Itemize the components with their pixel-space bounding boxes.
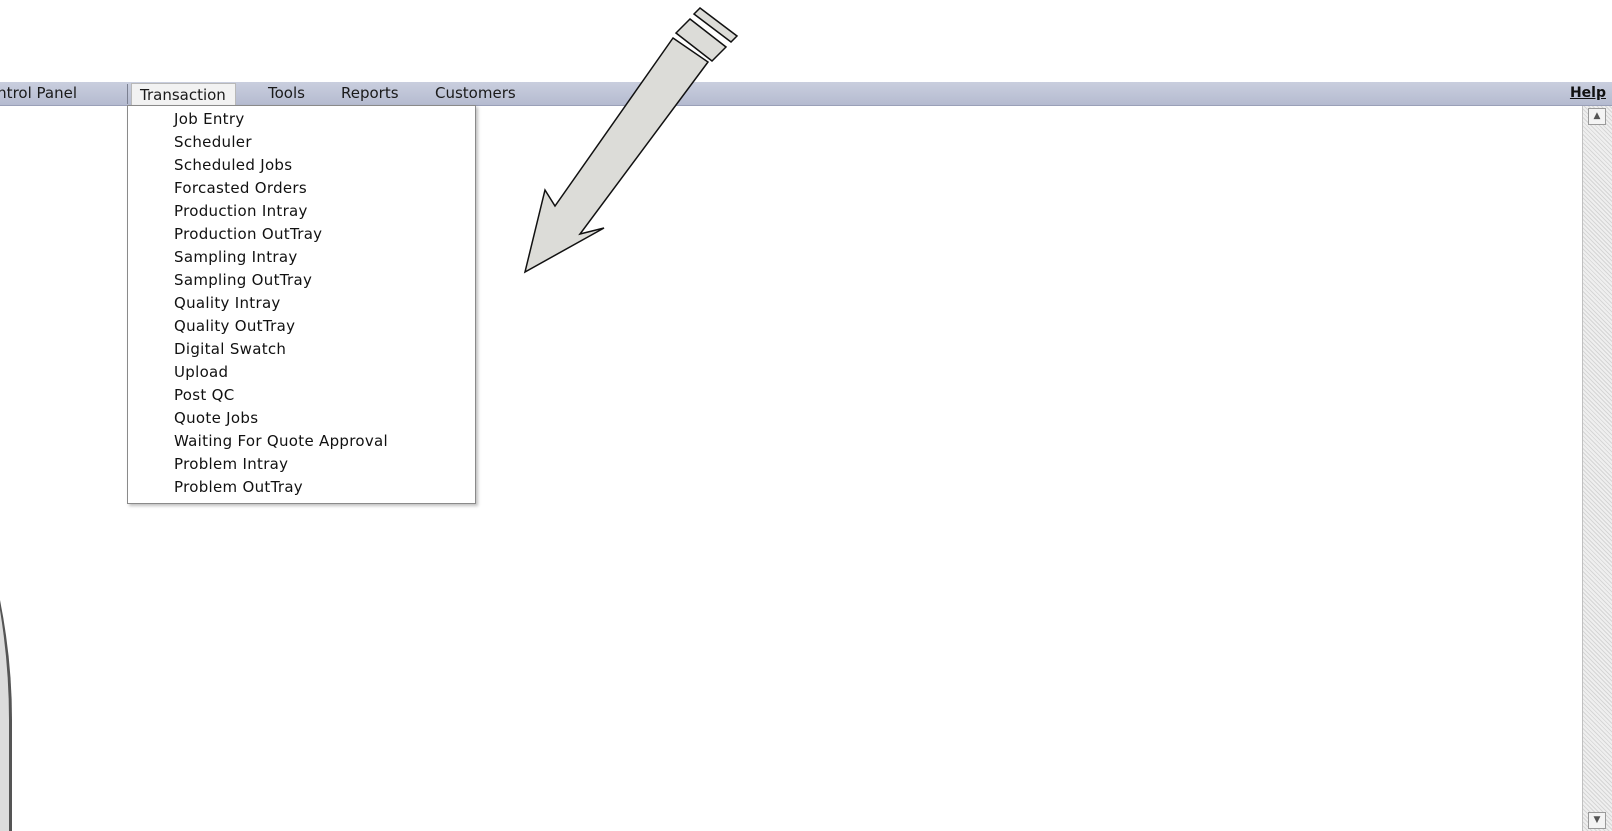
- menu-reports[interactable]: Reports: [341, 82, 399, 105]
- vertical-scrollbar[interactable]: ▲ ▼: [1582, 106, 1612, 831]
- dropdown-item-problem-intray[interactable]: Problem Intray: [174, 453, 288, 476]
- scroll-up-arrow-icon[interactable]: ▲: [1588, 108, 1606, 125]
- dropdown-item-problem-outtray[interactable]: Problem OutTray: [174, 476, 303, 499]
- help-link[interactable]: Help: [1570, 82, 1606, 105]
- left-edge-shadow: [0, 600, 12, 831]
- dropdown-item-waiting-for-quote-approval[interactable]: Waiting For Quote Approval: [174, 430, 388, 453]
- menu-customers[interactable]: Customers: [435, 82, 516, 105]
- dropdown-item-scheduler[interactable]: Scheduler: [174, 131, 252, 154]
- dropdown-item-quote-jobs[interactable]: Quote Jobs: [174, 407, 258, 430]
- dropdown-item-job-entry[interactable]: Job Entry: [174, 108, 245, 131]
- dropdown-item-production-outtray[interactable]: Production OutTray: [174, 223, 322, 246]
- menu-separator: [127, 84, 128, 104]
- dropdown-item-sampling-outtray[interactable]: Sampling OutTray: [174, 269, 312, 292]
- dropdown-item-quality-outtray[interactable]: Quality OutTray: [174, 315, 295, 338]
- dropdown-item-digital-swatch[interactable]: Digital Swatch: [174, 338, 286, 361]
- dropdown-item-forcasted-orders[interactable]: Forcasted Orders: [174, 177, 307, 200]
- menu-control-panel[interactable]: ontrol Panel: [0, 82, 77, 105]
- dropdown-item-production-intray[interactable]: Production Intray: [174, 200, 308, 223]
- menu-bar: ontrol Panel Transaction Tools Reports C…: [0, 82, 1612, 106]
- dropdown-item-post-qc[interactable]: Post QC: [174, 384, 235, 407]
- menu-transaction[interactable]: Transaction: [131, 83, 236, 106]
- transaction-dropdown-menu: Job Entry Scheduler Scheduled Jobs Forca…: [127, 105, 476, 504]
- dropdown-item-scheduled-jobs[interactable]: Scheduled Jobs: [174, 154, 292, 177]
- dropdown-item-sampling-intray[interactable]: Sampling Intray: [174, 246, 298, 269]
- dropdown-item-upload[interactable]: Upload: [174, 361, 228, 384]
- dropdown-item-quality-intray[interactable]: Quality Intray: [174, 292, 281, 315]
- menu-tools[interactable]: Tools: [268, 82, 305, 105]
- scroll-down-arrow-icon[interactable]: ▼: [1588, 812, 1606, 829]
